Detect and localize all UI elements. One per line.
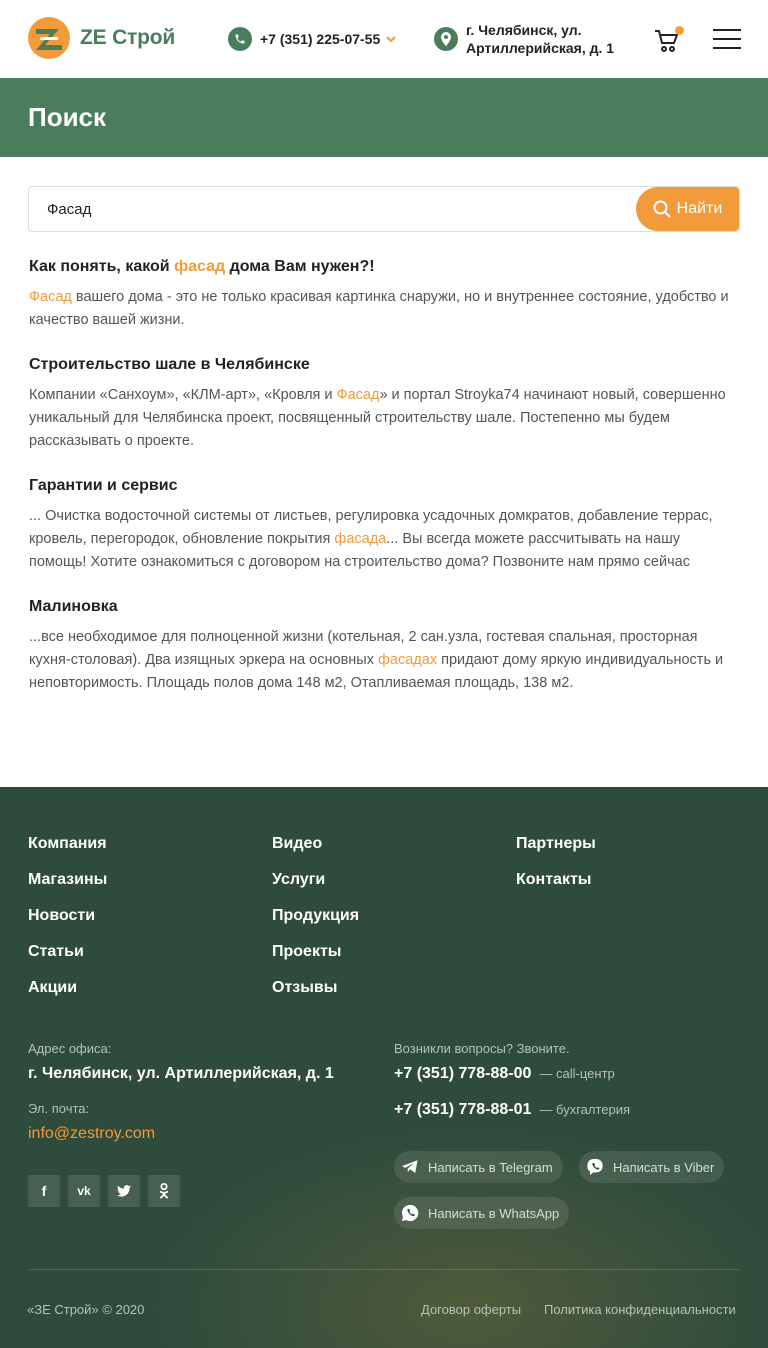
footer-link-video[interactable]: Видео	[272, 833, 359, 869]
footer-link-news[interactable]: Новости	[28, 905, 107, 941]
header-address: г. Челябинск, ул. Артиллерийская, д. 1	[434, 21, 626, 57]
footer-link-reviews[interactable]: Отзывы	[272, 977, 359, 1013]
footer-link-stores[interactable]: Магазины	[28, 869, 107, 905]
search-results: Как понять, какой фасад дома Вам нужен?!…	[29, 256, 741, 717]
result-snippet: ... Очистка водосточной системы от листь…	[29, 508, 713, 570]
header-address-text: г. Челябинск, ул. Артиллерийская, д. 1	[466, 22, 615, 56]
search-result: Как понять, какой фасад дома Вам нужен?!…	[29, 256, 741, 332]
search-button[interactable]: Найти	[636, 187, 739, 231]
header-phone-number[interactable]: +7 (351) 225-07-55	[260, 31, 380, 47]
footer-nav-column: Партнеры Контакты	[516, 833, 596, 905]
viber-label: Написать в Viber	[613, 1159, 715, 1175]
search-input[interactable]	[29, 187, 629, 231]
office-address-label: Адрес офиса:	[28, 1041, 112, 1056]
footer-phone-number[interactable]: +7 (351) 778-88-00	[394, 1065, 531, 1083]
logo-icon	[28, 17, 70, 59]
whatsapp-button[interactable]: Написать в WhatsApp	[394, 1197, 570, 1229]
site-footer: Компания Магазины Новости Статьи Акции В…	[0, 787, 768, 1348]
footer-link-promotions[interactable]: Акции	[28, 977, 107, 1013]
email-link[interactable]: info@zestroy.com	[28, 1125, 155, 1143]
page-title: Поиск	[28, 102, 107, 132]
telegram-icon	[400, 1157, 420, 1177]
search-result: Гарантии и сервис ... Очистка водосточно…	[29, 475, 741, 574]
result-title[interactable]: Гарантии и сервис	[29, 475, 741, 497]
footer-link-projects[interactable]: Проекты	[272, 941, 359, 977]
whatsapp-icon	[400, 1203, 420, 1223]
facebook-icon[interactable]: f	[28, 1175, 60, 1207]
offer-agreement-link[interactable]: Договор оферты	[421, 1302, 521, 1317]
search-result: Строительство шале в Челябинске Компании…	[29, 354, 741, 453]
privacy-policy-link[interactable]: Политика конфиденциальности	[544, 1302, 736, 1317]
footer-phone-note: — call-центр	[539, 1066, 615, 1081]
result-snippet: Фасад вашего дома - это не только красив…	[29, 289, 729, 328]
email-label: Эл. почта:	[28, 1101, 90, 1116]
menu-icon[interactable]	[713, 29, 741, 49]
telegram-label: Написать в Telegram	[428, 1159, 553, 1175]
result-snippet: ...все необходимое для полноценной жизни…	[29, 629, 724, 691]
result-title[interactable]: Малиновка	[29, 596, 741, 618]
result-highlight: Фасад	[29, 289, 72, 305]
social-links: f vk	[28, 1175, 188, 1207]
result-highlight: фасада	[334, 531, 387, 547]
footer-link-company[interactable]: Компания	[28, 833, 107, 869]
whatsapp-label: Написать в WhatsApp	[428, 1205, 560, 1221]
footer-link-partners[interactable]: Партнеры	[516, 833, 596, 869]
brand-name: ZE Строй	[80, 26, 176, 49]
header-phone[interactable]: +7 (351) 225-07-55	[228, 27, 396, 51]
result-highlight: фасадах	[377, 652, 438, 668]
footer-link-products[interactable]: Продукция	[272, 905, 359, 941]
search-bar: Найти	[28, 186, 740, 232]
cart-badge	[675, 26, 684, 35]
map-pin-icon	[434, 27, 458, 51]
cart-button[interactable]	[654, 26, 684, 54]
result-title[interactable]: Как понять, какой фасад дома Вам нужен?!	[29, 256, 741, 278]
footer-phone-note: — бухгалтерия	[539, 1102, 631, 1117]
footer-phone[interactable]: +7 (351) 778-88-01 — бухгалтерия	[394, 1101, 630, 1119]
page-title-band: Поиск	[0, 78, 768, 157]
footer-nav-column: Компания Магазины Новости Статьи Акции	[28, 833, 107, 1013]
result-snippet: Компании «Санхоум», «КЛМ-арт», «Кровля и…	[29, 387, 726, 449]
chevron-down-icon[interactable]	[386, 35, 396, 43]
footer-link-contacts[interactable]: Контакты	[516, 869, 596, 905]
phone-icon	[228, 27, 252, 51]
search-icon	[653, 200, 671, 218]
twitter-icon[interactable]	[108, 1175, 140, 1207]
footer-divider	[28, 1269, 740, 1270]
vk-icon[interactable]: vk	[68, 1175, 100, 1207]
call-label: Возникли вопросы? Звоните.	[394, 1041, 570, 1056]
footer-link-services[interactable]: Услуги	[272, 869, 359, 905]
logo[interactable]: ZE Строй	[28, 17, 175, 59]
odnoklassniki-icon[interactable]	[148, 1175, 180, 1207]
result-highlight: фасад	[174, 258, 226, 275]
footer-phone[interactable]: +7 (351) 778-88-00 — call-центр	[394, 1065, 615, 1083]
viber-button[interactable]: Написать в Viber	[579, 1151, 725, 1183]
result-highlight: Фасад	[336, 387, 380, 403]
viber-icon	[585, 1157, 605, 1177]
result-title[interactable]: Строительство шале в Челябинске	[29, 354, 741, 376]
search-button-label: Найти	[676, 200, 723, 217]
footer-link-articles[interactable]: Статьи	[28, 941, 107, 977]
office-address: г. Челябинск, ул. Артиллерийская, д. 1	[28, 1065, 334, 1082]
footer-phone-number[interactable]: +7 (351) 778-88-01	[394, 1101, 531, 1119]
copyright: «ЗЕ Строй» © 2020	[27, 1302, 145, 1317]
search-result: Малиновка ...все необходимое для полноце…	[29, 596, 741, 695]
site-header: ZE Строй +7 (351) 225-07-55 г. Челябинск…	[0, 0, 768, 78]
footer-nav-column: Видео Услуги Продукция Проекты Отзывы	[272, 833, 359, 1013]
telegram-button[interactable]: Написать в Telegram	[394, 1151, 563, 1183]
